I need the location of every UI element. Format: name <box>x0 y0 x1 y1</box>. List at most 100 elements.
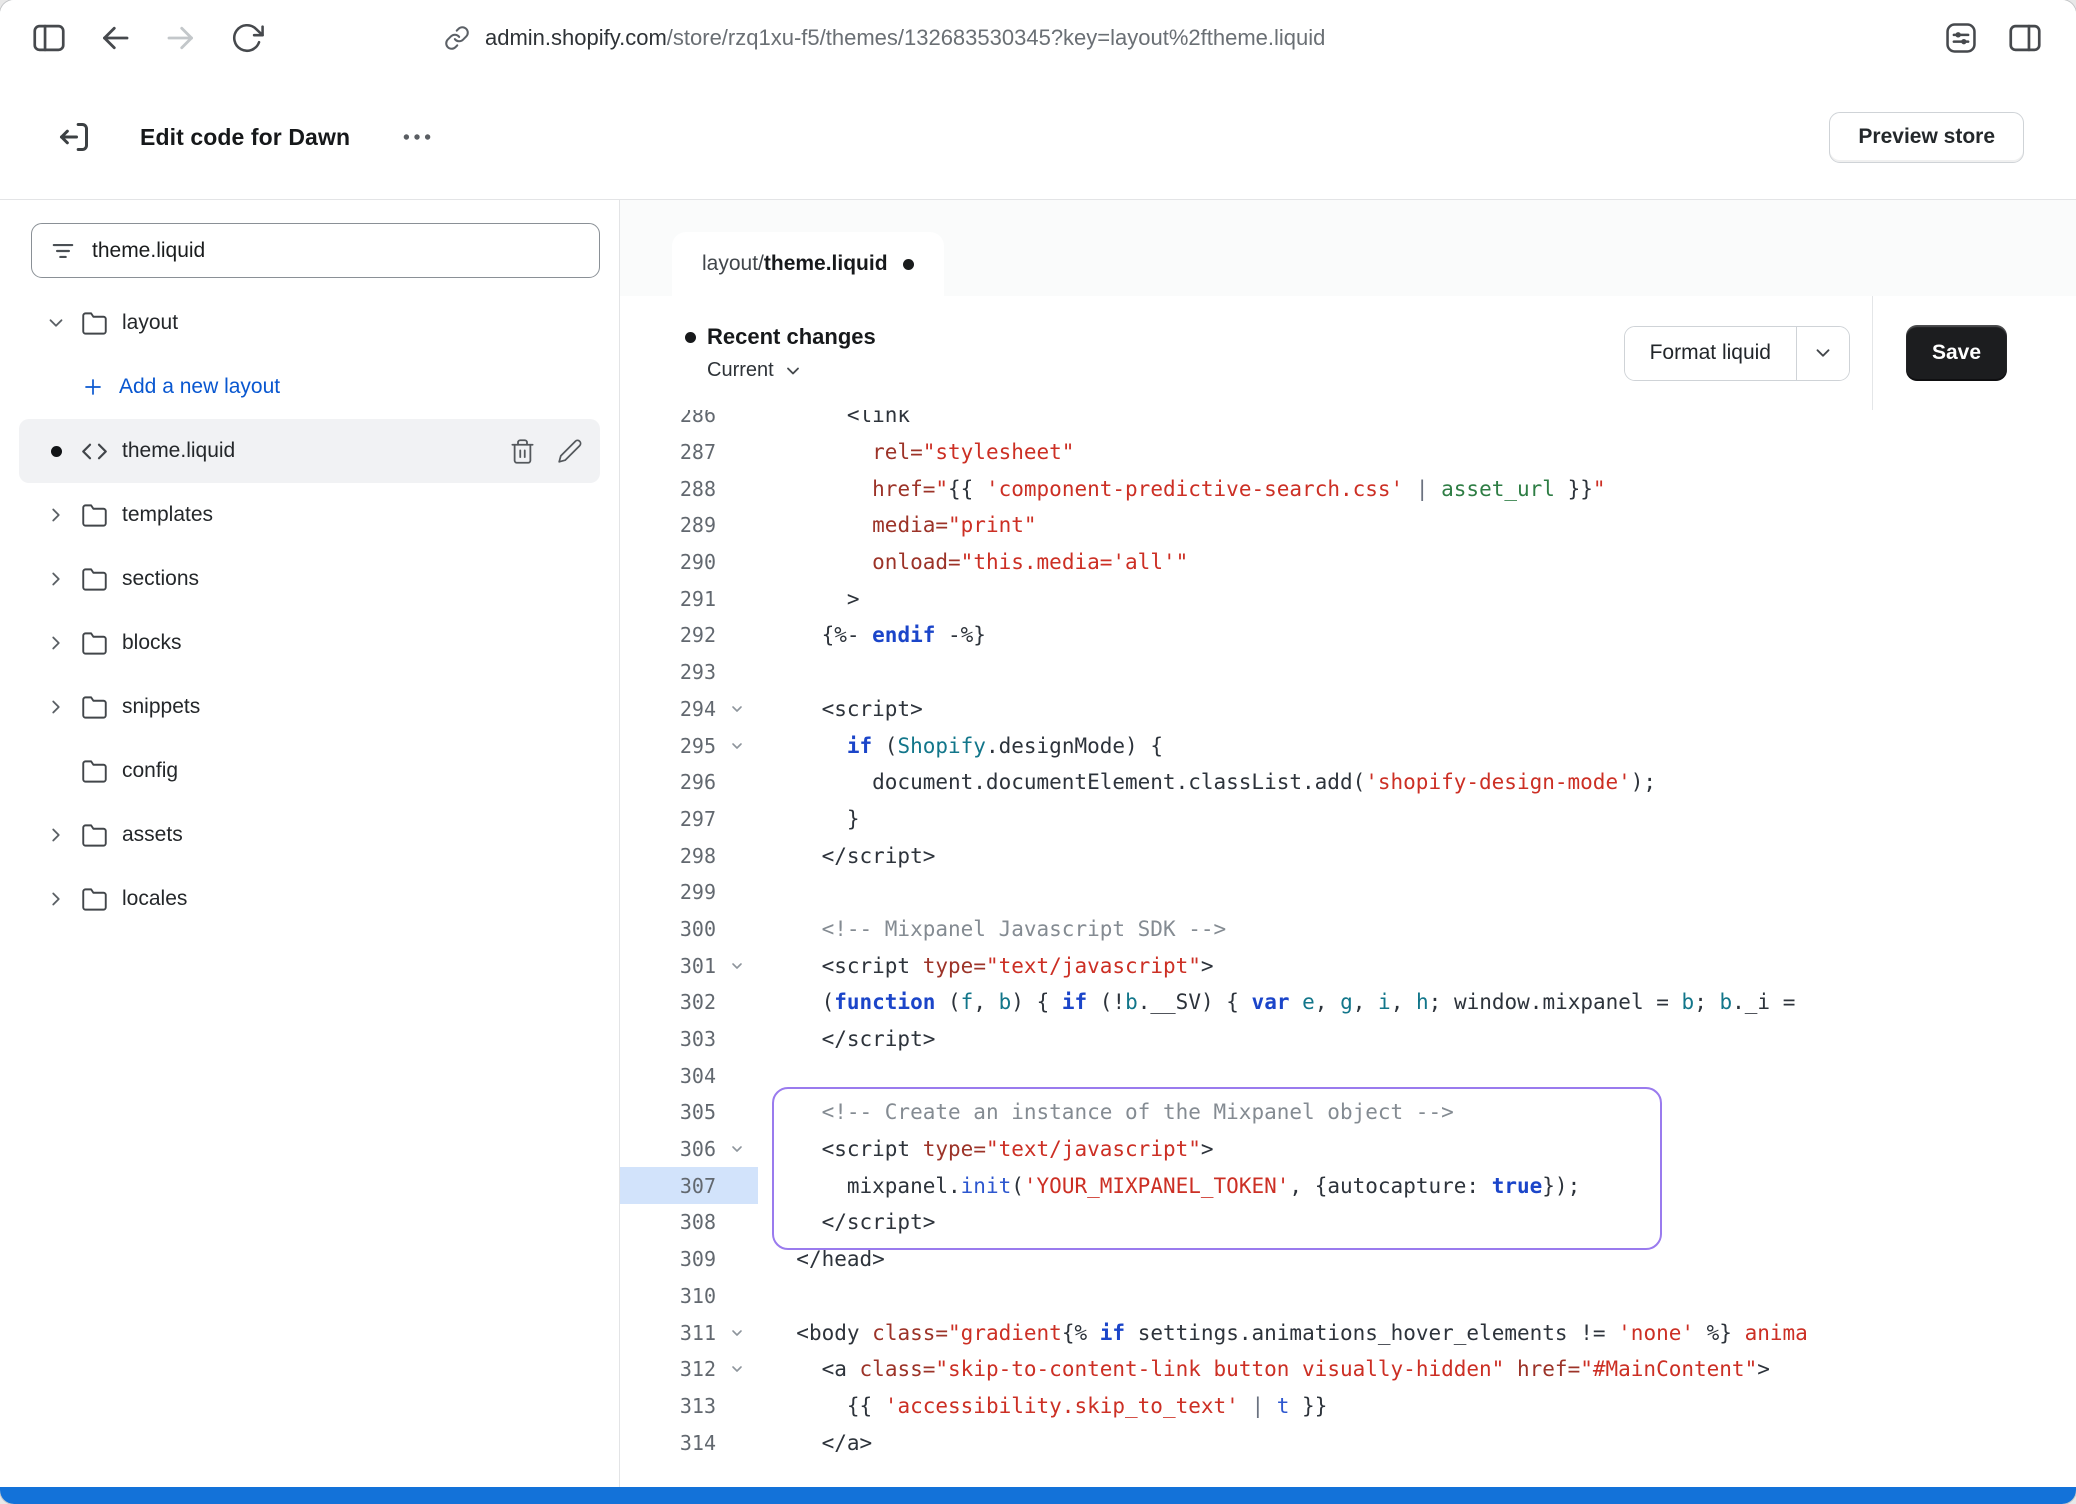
line-gutter[interactable]: 292 <box>620 617 758 654</box>
code-line[interactable]: 288 href="{{ 'component-predictive-searc… <box>620 470 2076 507</box>
code-line[interactable]: 292 {%- endif -%} <box>620 617 2076 654</box>
code-text[interactable]: <script type="text/javascript"> <box>758 954 1214 978</box>
code-text[interactable]: </a> <box>758 1431 872 1455</box>
code-text[interactable]: <a class="skip-to-content-link button vi… <box>758 1357 1770 1381</box>
fold-chevron-icon[interactable] <box>716 738 758 754</box>
code-line[interactable]: 302 (function (f, b) { if (!b.__SV) { va… <box>620 984 2076 1021</box>
fold-chevron-icon[interactable] <box>716 958 758 974</box>
code-line[interactable]: 289 media="print" <box>620 507 2076 544</box>
panel-right-icon[interactable] <box>2004 17 2046 59</box>
reload-icon[interactable] <box>226 17 268 59</box>
more-actions-icon[interactable] <box>400 120 434 154</box>
sidebar-item-locales[interactable]: locales <box>19 867 600 931</box>
chevron-down-icon[interactable] <box>43 312 69 334</box>
sidebar-item-layout[interactable]: layout <box>19 291 600 355</box>
line-gutter[interactable]: 287 <box>620 434 758 471</box>
code-line[interactable]: 297 } <box>620 801 2076 838</box>
code-text[interactable]: media="print" <box>758 513 1037 537</box>
add-new-layout-link[interactable]: Add a new layout <box>19 355 600 419</box>
line-gutter[interactable]: 290 <box>620 544 758 581</box>
code-line[interactable]: 300 <!-- Mixpanel Javascript SDK --> <box>620 911 2076 948</box>
code-text[interactable]: </script> <box>758 1210 935 1234</box>
line-gutter[interactable]: 289 <box>620 507 758 544</box>
code-line[interactable]: 307 mixpanel.init('YOUR_MIXPANEL_TOKEN',… <box>620 1167 2076 1204</box>
code-line[interactable]: 308 </script> <box>620 1204 2076 1241</box>
sidebar-toggle-icon[interactable] <box>28 17 70 59</box>
preview-store-button[interactable]: Preview store <box>1829 112 2024 163</box>
sidebar-item-theme-liquid[interactable]: theme.liquid <box>19 419 600 483</box>
code-line[interactable]: 287 rel="stylesheet" <box>620 434 2076 471</box>
code-text[interactable]: > <box>758 587 860 611</box>
code-line[interactable]: 293 <box>620 654 2076 691</box>
code-line[interactable]: 301 <script type="text/javascript"> <box>620 947 2076 984</box>
forward-arrow-icon[interactable] <box>160 17 202 59</box>
code-text[interactable]: <!-- Mixpanel Javascript SDK --> <box>758 917 1226 941</box>
code-line[interactable]: 286 <link <box>620 410 2076 434</box>
line-gutter[interactable]: 300 <box>620 911 758 948</box>
code-text[interactable]: </script> <box>758 844 935 868</box>
line-gutter[interactable]: 310 <box>620 1278 758 1315</box>
line-gutter[interactable]: 306 <box>620 1131 758 1168</box>
code-text[interactable]: onload="this.media='all'" <box>758 550 1188 574</box>
line-gutter[interactable]: 311 <box>620 1314 758 1351</box>
format-options-chevron-icon[interactable] <box>1796 327 1849 380</box>
sidebar-item-blocks[interactable]: blocks <box>19 611 600 675</box>
code-text[interactable]: <body class="gradient{% if settings.anim… <box>758 1321 1808 1345</box>
code-text[interactable]: <script> <box>758 697 923 721</box>
code-line[interactable]: 298 </script> <box>620 837 2076 874</box>
line-gutter[interactable]: 301 <box>620 947 758 984</box>
code-line[interactable]: 311 <body class="gradient{% if settings.… <box>620 1314 2076 1351</box>
code-line[interactable]: 304 <box>620 1057 2076 1094</box>
code-text[interactable]: <!-- Create an instance of the Mixpanel … <box>758 1100 1454 1124</box>
chevron-right-icon[interactable] <box>43 632 69 654</box>
line-gutter[interactable]: 294 <box>620 691 758 728</box>
line-gutter[interactable]: 296 <box>620 764 758 801</box>
code-text[interactable]: </head> <box>758 1247 885 1271</box>
format-liquid-button[interactable]: Format liquid <box>1625 327 1796 380</box>
chevron-right-icon[interactable] <box>43 888 69 910</box>
back-arrow-icon[interactable] <box>94 17 136 59</box>
sidebar-item-config[interactable]: config <box>19 739 600 803</box>
fold-chevron-icon[interactable] <box>716 701 758 717</box>
line-gutter[interactable]: 297 <box>620 801 758 838</box>
code-text[interactable]: if (Shopify.designMode) { <box>758 734 1163 758</box>
line-gutter[interactable]: 299 <box>620 874 758 911</box>
line-gutter[interactable]: 303 <box>620 1021 758 1058</box>
code-text[interactable]: </script> <box>758 1027 935 1051</box>
line-gutter[interactable]: 295 <box>620 727 758 764</box>
code-line[interactable]: 305 <!-- Create an instance of the Mixpa… <box>620 1094 2076 1131</box>
chevron-right-icon[interactable] <box>43 696 69 718</box>
fold-chevron-icon[interactable] <box>716 1361 758 1377</box>
tab-layout-theme-liquid[interactable]: layout/theme.liquid <box>672 232 944 296</box>
line-gutter[interactable]: 302 <box>620 984 758 1021</box>
code-line[interactable]: 309 </head> <box>620 1241 2076 1278</box>
sidebar-item-sections[interactable]: sections <box>19 547 600 611</box>
line-gutter[interactable]: 309 <box>620 1241 758 1278</box>
code-line[interactable]: 296 document.documentElement.classList.a… <box>620 764 2076 801</box>
chevron-right-icon[interactable] <box>43 504 69 526</box>
version-dropdown[interactable]: Current <box>707 359 876 382</box>
line-gutter[interactable]: 313 <box>620 1388 758 1425</box>
save-button[interactable]: Save <box>1906 325 2007 381</box>
exit-code-editor-button[interactable] <box>54 117 94 157</box>
line-gutter[interactable]: 291 <box>620 580 758 617</box>
extensions-icon[interactable] <box>1940 17 1982 59</box>
code-line[interactable]: 303 </script> <box>620 1021 2076 1058</box>
code-text[interactable]: {%- endif -%} <box>758 623 986 647</box>
file-search-input[interactable]: theme.liquid <box>31 223 600 278</box>
code-line[interactable]: 306 <script type="text/javascript"> <box>620 1131 2076 1168</box>
sidebar-item-snippets[interactable]: snippets <box>19 675 600 739</box>
code-line[interactable]: 312 <a class="skip-to-content-link butto… <box>620 1351 2076 1388</box>
code-line[interactable]: 310 <box>620 1278 2076 1315</box>
code-line[interactable]: 299 <box>620 874 2076 911</box>
code-text[interactable]: href="{{ 'component-predictive-search.cs… <box>758 477 1606 501</box>
code-line[interactable]: 295 if (Shopify.designMode) { <box>620 727 2076 764</box>
line-gutter[interactable]: 286 <box>620 410 758 434</box>
line-gutter[interactable]: 308 <box>620 1204 758 1241</box>
code-text[interactable]: mixpanel.init('YOUR_MIXPANEL_TOKEN', {au… <box>758 1174 1580 1198</box>
line-gutter[interactable]: 314 <box>620 1424 758 1461</box>
chevron-right-icon[interactable] <box>43 568 69 590</box>
code-line[interactable]: 314 </a> <box>620 1424 2076 1461</box>
fold-chevron-icon[interactable] <box>716 1141 758 1157</box>
rename-file-icon[interactable] <box>557 438 583 465</box>
